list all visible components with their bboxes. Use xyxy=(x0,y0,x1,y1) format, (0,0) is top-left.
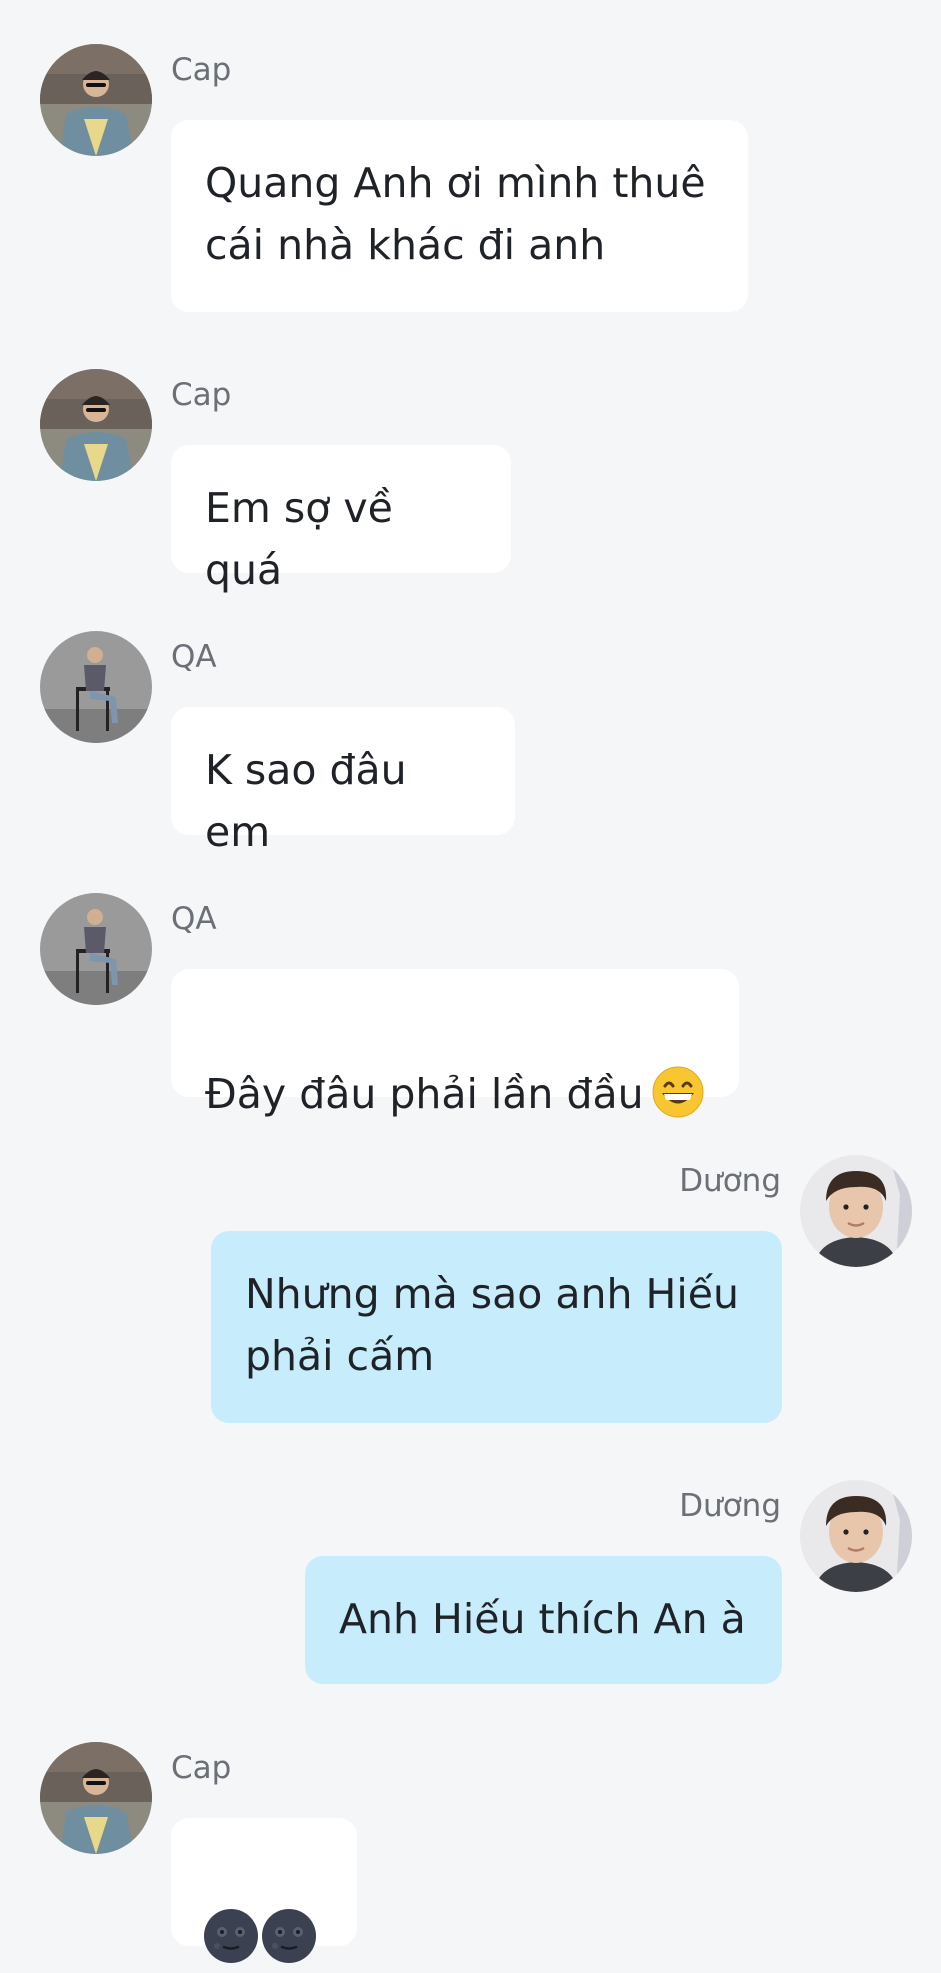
avatar-duong[interactable] xyxy=(800,1480,912,1592)
sender-name: Dương xyxy=(679,1488,781,1524)
avatar-cap[interactable] xyxy=(40,369,152,481)
message-bubble[interactable] xyxy=(171,1818,357,1963)
message-bubble[interactable]: Anh Hiếu thích An à xyxy=(305,1556,782,1684)
avatar-cap-image xyxy=(40,44,152,156)
sender-name: Dương xyxy=(679,1163,781,1199)
message-row: Cap Em sợ về quá xyxy=(0,369,941,594)
message-row: Cap xyxy=(0,1742,941,1963)
sender-name: Cap xyxy=(171,377,232,413)
avatar-qa[interactable] xyxy=(40,631,152,743)
avatar-qa-image xyxy=(40,631,152,743)
new-moon-face-icon xyxy=(204,1909,258,1963)
message-row: QA Đây đâu phải lần đầu xyxy=(0,893,941,1118)
avatar-cap-image xyxy=(40,1742,152,1854)
message-row: QA K sao đâu em xyxy=(0,631,941,856)
avatar-qa[interactable] xyxy=(40,893,152,1005)
message-bubble[interactable]: K sao đâu em xyxy=(171,707,515,856)
avatar-cap[interactable] xyxy=(40,44,152,156)
grinning-face-icon xyxy=(652,1066,704,1118)
avatar-duong-image xyxy=(800,1480,912,1592)
sender-name: Cap xyxy=(171,52,232,88)
avatar-qa-image xyxy=(40,893,152,1005)
sender-name: QA xyxy=(171,639,217,675)
message-bubble[interactable]: Đây đâu phải lần đầu xyxy=(171,969,739,1118)
new-moon-face-icon xyxy=(262,1909,316,1963)
message-bubble[interactable]: Nhưng mà sao anh Hiếu phải cấm xyxy=(211,1231,782,1423)
message-row: Dương Anh Hiếu thích An à xyxy=(0,1480,941,1684)
message-bubble[interactable]: Em sợ về quá xyxy=(171,445,511,594)
message-bubble[interactable]: Quang Anh ơi mình thuê cái nhà khác đi a… xyxy=(171,120,748,312)
message-row: Cap Quang Anh ơi mình thuê cái nhà khác … xyxy=(0,44,941,314)
avatar-cap-image xyxy=(40,369,152,481)
avatar-duong[interactable] xyxy=(800,1155,912,1267)
avatar-duong-image xyxy=(800,1155,912,1267)
sender-name: QA xyxy=(171,901,217,937)
avatar-cap[interactable] xyxy=(40,1742,152,1854)
sender-name: Cap xyxy=(171,1750,232,1786)
message-row: Dương Nhưng mà sao anh Hiếu phải cấm xyxy=(0,1155,941,1425)
message-text: Đây đâu phải lần đầu xyxy=(205,1070,644,1118)
